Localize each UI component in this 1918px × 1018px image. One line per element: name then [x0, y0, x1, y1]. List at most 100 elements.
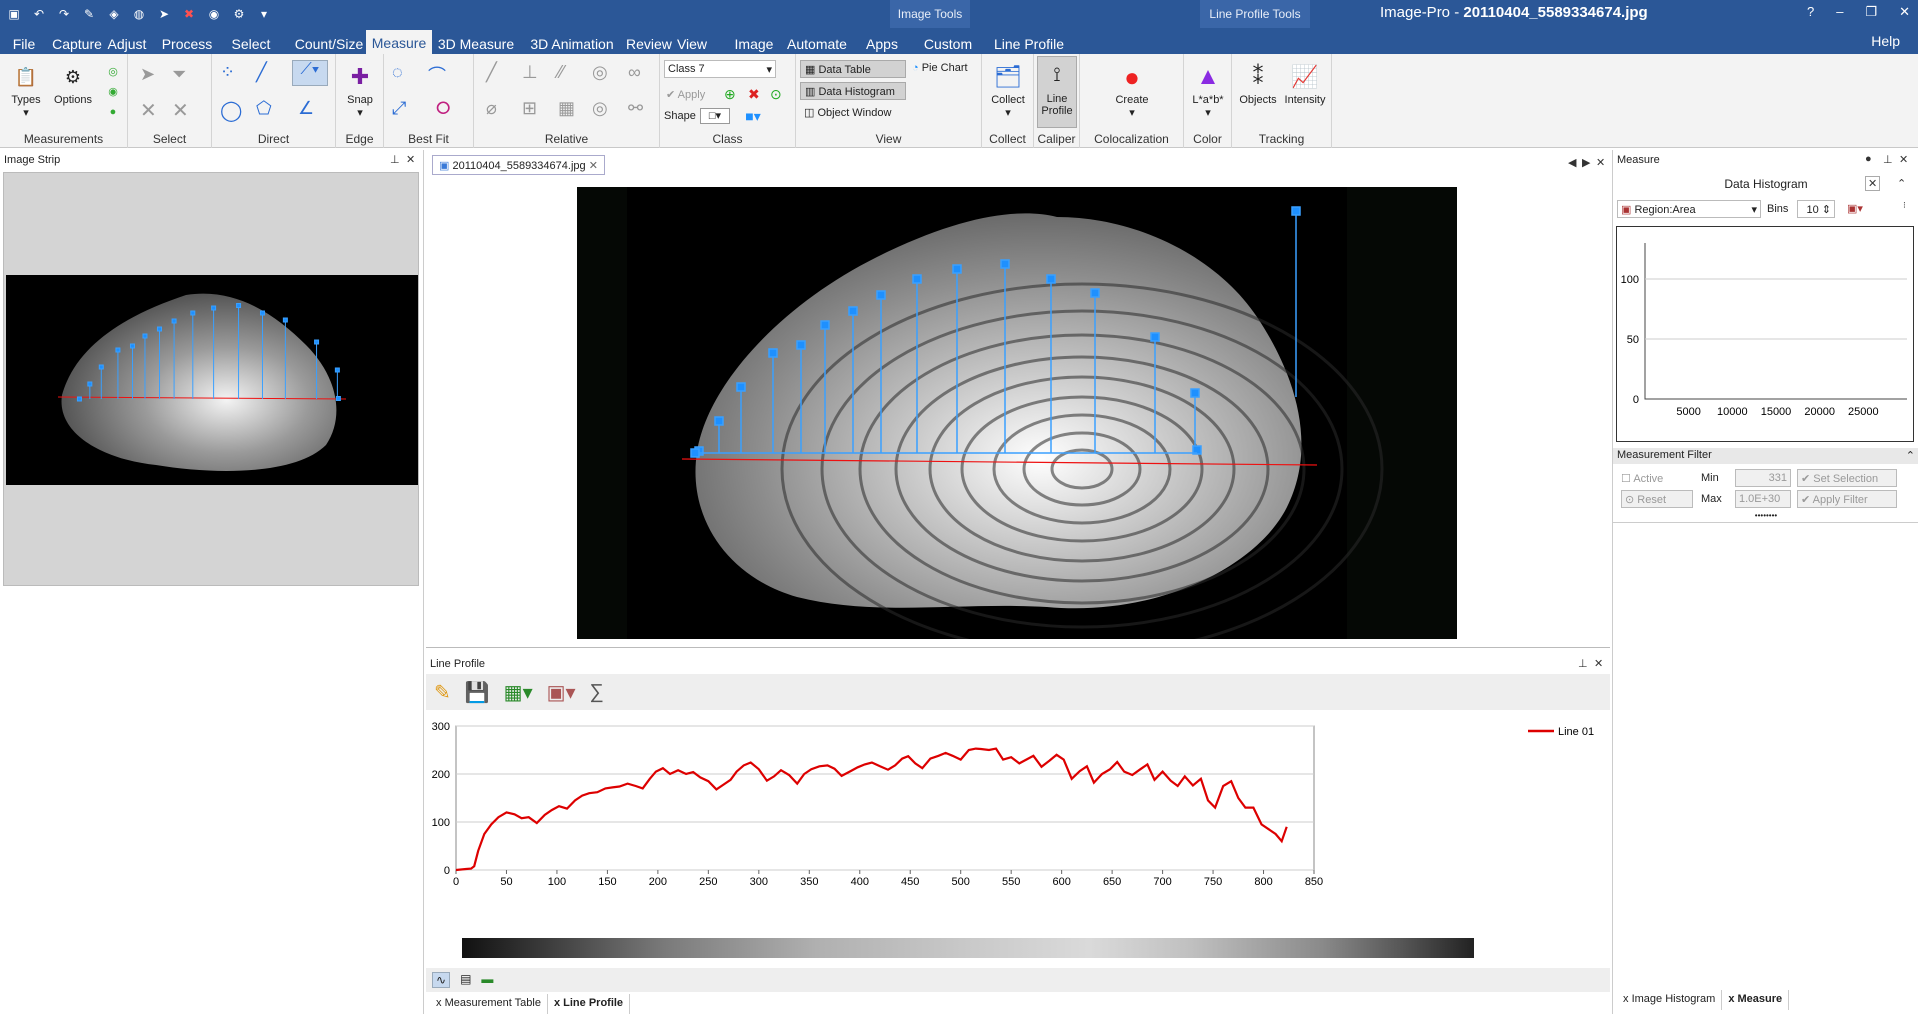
- maximize-button[interactable]: ❐: [1865, 4, 1877, 20]
- undo-icon[interactable]: ↶: [31, 6, 47, 22]
- create-button[interactable]: ● Create ▾: [1108, 60, 1156, 120]
- snap-button[interactable]: ✚ Snap ▾: [342, 60, 378, 119]
- relative-ring-icon[interactable]: ◎: [592, 98, 608, 119]
- line-profile-button[interactable]: ⟟ Line Profile: [1037, 56, 1077, 128]
- class-color-select[interactable]: ■▾: [740, 108, 766, 124]
- options-button[interactable]: ⚙ Options: [52, 60, 94, 107]
- prev-doc-icon[interactable]: ◀: [1568, 156, 1576, 169]
- pie-chart-button[interactable]: ◔ Pie Chart: [912, 62, 968, 74]
- line-tool-icon[interactable]: ╱: [256, 62, 267, 83]
- thumbnail-frame[interactable]: [3, 172, 419, 586]
- select-filter-icon[interactable]: ⏷: [172, 64, 186, 85]
- caliper-handle[interactable]: [1000, 259, 1010, 269]
- caliper-handle[interactable]: [714, 416, 724, 426]
- more-icon[interactable]: ⁝: [1903, 200, 1906, 211]
- fit-line-icon[interactable]: ⤢: [392, 98, 406, 119]
- polyline-tool-icon[interactable]: ⟋▾: [292, 60, 328, 86]
- data-table-button[interactable]: ▦ Data Table: [800, 60, 906, 78]
- pin-icon[interactable]: ⊥: [390, 153, 400, 166]
- caliper-handle[interactable]: [876, 290, 886, 300]
- refresh-class-icon[interactable]: ⊙: [770, 86, 782, 103]
- close-icon[interactable]: ✕: [406, 153, 415, 166]
- capture-icon[interactable]: ◈: [106, 6, 122, 22]
- fit-shape-icon[interactable]: ⭘: [436, 98, 450, 119]
- relative-line-icon[interactable]: ╱: [486, 62, 497, 83]
- tab-measure[interactable]: Measure: [366, 30, 432, 56]
- tab-select[interactable]: Select: [222, 32, 280, 54]
- tab-view[interactable]: View: [666, 32, 718, 54]
- caliper-handle[interactable]: [848, 306, 858, 316]
- open-icon[interactable]: ✎: [81, 6, 97, 22]
- image-thumbnail[interactable]: [6, 275, 418, 485]
- class-select[interactable]: Class 7 ▾: [664, 60, 776, 78]
- set-selection-button[interactable]: ✔ Set Selection: [1797, 469, 1897, 487]
- feature-select[interactable]: ▣ Region:Area ▾: [1617, 200, 1761, 218]
- close-tab-icon[interactable]: x: [1623, 993, 1632, 1005]
- delete-object-icon[interactable]: ✕: [140, 98, 157, 123]
- dock-tab-line-profile[interactable]: x Line Profile: [548, 994, 631, 1014]
- tab-review[interactable]: Review: [626, 32, 672, 54]
- select-pointer-icon[interactable]: ➤: [140, 64, 155, 85]
- tab-file[interactable]: File: [4, 32, 44, 54]
- object-window-button[interactable]: ◫ Object Window: [800, 104, 910, 121]
- close-tab-icon[interactable]: x: [554, 997, 563, 1009]
- caliper-handle[interactable]: [912, 274, 922, 284]
- export-image-icon[interactable]: ▣▾: [547, 680, 576, 705]
- tab-count-size[interactable]: Count/Size: [294, 32, 364, 54]
- dock-tab-measure[interactable]: x Measure: [1722, 990, 1790, 1010]
- caliper-handle[interactable]: [1190, 388, 1200, 398]
- close-icon[interactable]: ✕: [1594, 657, 1603, 670]
- close-button[interactable]: ✕: [1899, 4, 1910, 20]
- angle-tool-icon[interactable]: ∠: [298, 98, 314, 119]
- minimize-button[interactable]: –: [1836, 4, 1843, 20]
- caliper-handle[interactable]: [736, 382, 746, 392]
- settings-icon[interactable]: ⚙: [231, 6, 247, 22]
- tab-line-profile[interactable]: Line Profile: [984, 32, 1074, 54]
- tab-custom[interactable]: Custom: [916, 32, 980, 54]
- fit-arc-icon[interactable]: ⌒: [428, 62, 446, 88]
- caliper-handle[interactable]: [1090, 288, 1100, 298]
- tab-process[interactable]: Process: [156, 32, 218, 54]
- image-canvas[interactable]: [577, 187, 1457, 639]
- tab-adjust[interactable]: Adjust: [102, 32, 152, 54]
- collapse-icon[interactable]: ⌃: [1897, 177, 1906, 190]
- intensity-button[interactable]: 📈 Intensity: [1282, 60, 1328, 106]
- collapse-icon[interactable]: ⌃: [1906, 449, 1915, 462]
- relative-chain-icon[interactable]: ⚯: [628, 98, 643, 119]
- bins-input[interactable]: 10 ⇕: [1797, 200, 1835, 218]
- max-input[interactable]: 1.0E+30: [1735, 490, 1791, 508]
- redo-icon[interactable]: ↷: [56, 6, 72, 22]
- delete-all-icon[interactable]: ✕: [172, 98, 189, 123]
- active-checkbox[interactable]: ☐ Active: [1621, 472, 1663, 485]
- tab-automate[interactable]: Automate: [784, 32, 850, 54]
- relative-circle-icon[interactable]: ◎: [592, 62, 608, 83]
- apply-class-button[interactable]: ✔ Apply: [666, 88, 705, 101]
- relative-hatch-icon[interactable]: ▦: [558, 98, 575, 119]
- close-icon[interactable]: ✕: [1899, 153, 1908, 166]
- fit-circle-icon[interactable]: ◌: [392, 62, 403, 83]
- save-icon[interactable]: 💾: [465, 680, 490, 705]
- close-tab-icon[interactable]: x: [436, 997, 445, 1009]
- export-excel-icon[interactable]: ▦▾: [504, 680, 533, 705]
- relative-pair-icon[interactable]: ⁄⁄: [558, 62, 564, 83]
- customize-dropdown-icon[interactable]: ▾: [256, 6, 272, 22]
- color-map-icon[interactable]: ▣▾: [1847, 202, 1863, 215]
- next-doc-icon[interactable]: ▶: [1582, 156, 1590, 169]
- shape-select[interactable]: □▾: [700, 108, 730, 124]
- data-histogram-button[interactable]: ▥ Data Histogram: [800, 82, 906, 100]
- tab-capture[interactable]: Capture: [50, 32, 104, 54]
- tab-image[interactable]: Image: [722, 32, 786, 54]
- relative-link-icon[interactable]: ∞: [628, 62, 641, 83]
- caliper-handle[interactable]: [1150, 332, 1160, 342]
- close-tab-icon[interactable]: ✕: [589, 160, 598, 172]
- min-input[interactable]: 331: [1735, 469, 1791, 487]
- close-doc-icon[interactable]: ✕: [1596, 156, 1605, 169]
- close-histogram-icon[interactable]: ✕: [1865, 176, 1881, 191]
- help-globe-icon[interactable]: ◉: [206, 6, 222, 22]
- dock-tab-measurement-table[interactable]: x Measurement Table: [430, 994, 548, 1014]
- caliper-handle[interactable]: [690, 448, 700, 458]
- caliper-handle[interactable]: [1291, 206, 1301, 216]
- relative-angle-icon[interactable]: ⊥: [522, 62, 538, 83]
- collect-button[interactable]: 🗂 Collect ▾: [986, 60, 1030, 119]
- save-icon[interactable]: ▣: [6, 6, 22, 22]
